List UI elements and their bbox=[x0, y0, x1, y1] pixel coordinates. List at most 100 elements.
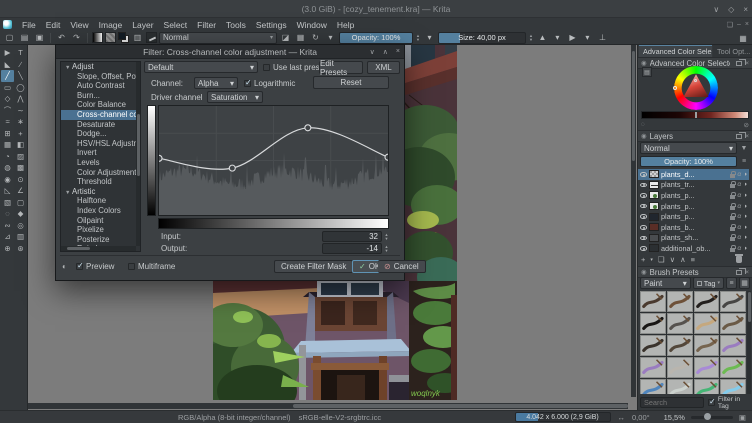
crop-tool[interactable]: ▦ bbox=[1, 139, 14, 151]
ellipse-tool[interactable]: ◯ bbox=[14, 82, 27, 94]
menu-window[interactable]: Window bbox=[292, 20, 332, 30]
filter-tree-item[interactable]: Threshold bbox=[61, 177, 140, 187]
layer-name[interactable]: plants_tr... bbox=[661, 180, 728, 189]
brush-preset-thumbnail[interactable] bbox=[640, 335, 666, 356]
dynamic-brush-tool[interactable]: ≈ bbox=[1, 116, 14, 128]
alpha-inherit-icon[interactable]: α bbox=[737, 234, 741, 241]
tree-expander-icon[interactable]: ▼ bbox=[65, 64, 72, 72]
new-document-button-icon[interactable]: ▢ bbox=[3, 32, 16, 44]
opacity-slider-spinner[interactable]: ▲ ▼ bbox=[415, 33, 421, 42]
filter-tree-item[interactable]: Slope, Offset, Power bbox=[61, 72, 140, 82]
layer-name[interactable]: plants_d... bbox=[661, 170, 728, 179]
brush-preset-thumbnail[interactable] bbox=[693, 357, 720, 378]
zoom-fit-icon[interactable]: ▣ bbox=[739, 413, 746, 422]
color-sampler-tool[interactable]: ◔ bbox=[1, 151, 14, 163]
transform-tool[interactable]: ⊞ bbox=[1, 128, 14, 140]
color-history-icon[interactable]: ◌ bbox=[641, 121, 645, 129]
alpha-inherit-icon[interactable]: α bbox=[737, 224, 741, 231]
brush-preset-thumbnail[interactable] bbox=[666, 313, 693, 334]
cancel-button[interactable]: ⊘ Cancel bbox=[378, 260, 426, 273]
dialog-title-bar[interactable]: Filter: Cross-channel color adjustment —… bbox=[56, 45, 404, 59]
size-slider[interactable]: Size: 40,00 px bbox=[437, 31, 526, 44]
rectangle-tool[interactable]: ▭ bbox=[1, 82, 14, 94]
edit-shapes-tool[interactable]: ◣ bbox=[1, 59, 14, 71]
curve-control-point[interactable] bbox=[228, 164, 236, 172]
bezier-select-tool[interactable]: ⊿ bbox=[1, 231, 14, 243]
reset-button[interactable]: Reset bbox=[313, 76, 389, 89]
layer-lock-icon[interactable] bbox=[730, 191, 736, 199]
more-arrow-icon[interactable]: ▾ bbox=[551, 32, 564, 44]
layer-row[interactable]: plants_p... α ◑ bbox=[638, 190, 749, 201]
filter-tree-item[interactable]: Index Colors bbox=[61, 206, 140, 216]
layer-visibility-icon[interactable] bbox=[640, 172, 647, 177]
brush-preset-thumbnail[interactable] bbox=[693, 291, 720, 312]
float-docker-icon[interactable] bbox=[736, 58, 747, 66]
layer-options-icon[interactable]: ≡ bbox=[738, 156, 750, 167]
layer-lock-icon[interactable] bbox=[730, 202, 736, 210]
no-color-icon[interactable]: ⊘ bbox=[744, 121, 749, 129]
layer-visibility-icon[interactable] bbox=[640, 193, 647, 198]
polygon-tool[interactable]: ◇ bbox=[1, 93, 14, 105]
filter-tree-item[interactable]: Dodge... bbox=[61, 129, 140, 139]
preview-checkbox[interactable]: Preview bbox=[76, 261, 114, 271]
menu-settings[interactable]: Settings bbox=[251, 20, 292, 30]
brush-preset-thumbnail[interactable] bbox=[640, 291, 666, 312]
canvas-horizontal-scrollbar[interactable] bbox=[28, 403, 628, 409]
filter-tree-item[interactable]: ▼ Adjust bbox=[61, 62, 140, 72]
brush-tag-select[interactable]: Paint ▾ bbox=[640, 277, 691, 289]
open-document-button-icon[interactable]: ▤ bbox=[18, 32, 31, 44]
rectangular-select-tool[interactable]: ▢ bbox=[14, 197, 27, 209]
multibrush-tool[interactable]: ∗ bbox=[14, 116, 27, 128]
layer-name[interactable]: plants_p... bbox=[661, 191, 728, 200]
minimize-window-icon[interactable]: ∨ bbox=[713, 5, 719, 14]
layer-visibility-icon[interactable] bbox=[640, 214, 647, 219]
pattern-chooser[interactable] bbox=[105, 32, 116, 43]
alpha-inherit-icon[interactable]: α bbox=[737, 192, 741, 199]
freehand-select-tool[interactable]: ∾ bbox=[1, 220, 14, 232]
multiframe-checkbox[interactable]: Multiframe bbox=[128, 262, 175, 271]
layer-name[interactable]: plants_b... bbox=[661, 223, 728, 232]
layer-lock-icon[interactable] bbox=[730, 234, 736, 242]
brush-preset-chooser[interactable] bbox=[146, 32, 157, 43]
filter-tree-item[interactable]: Color Balance bbox=[61, 100, 140, 110]
filter-tree-item[interactable]: Posterize bbox=[61, 235, 140, 245]
menu-file[interactable]: File bbox=[17, 20, 41, 30]
float-docker-icon[interactable] bbox=[736, 131, 747, 139]
move-layer-down-button[interactable]: ∨ bbox=[670, 255, 676, 264]
alpha-inherit-icon[interactable]: α bbox=[737, 171, 741, 178]
layer-properties-button[interactable]: ≡ bbox=[691, 255, 695, 264]
smart-patch-tool[interactable]: ▩ bbox=[14, 162, 27, 174]
alpha-lock-icon[interactable]: ◑ bbox=[743, 245, 747, 252]
filter-tree-item[interactable]: Pixelize bbox=[61, 225, 140, 235]
tree-vertical-scrollbar[interactable] bbox=[136, 62, 140, 246]
zoom-tool[interactable]: ⊕ bbox=[1, 243, 14, 255]
filter-tree-item[interactable]: Invert bbox=[61, 148, 140, 158]
menu-tools[interactable]: Tools bbox=[221, 20, 251, 30]
reference-images-tool[interactable]: ▧ bbox=[1, 197, 14, 209]
tab-advanced-color-selector[interactable]: Advanced Color Sele... bbox=[639, 45, 712, 57]
filter-tree-item[interactable]: Levels bbox=[61, 158, 140, 168]
filter-tree-item[interactable]: Halftone bbox=[61, 196, 140, 206]
brush-preset-thumbnail[interactable] bbox=[720, 335, 746, 356]
tag-button[interactable]: Tag ▾ bbox=[692, 277, 724, 289]
freehand-brush-tool[interactable]: ╱ bbox=[1, 70, 14, 82]
layer-name[interactable]: plants_sh... bbox=[661, 233, 728, 242]
menu-layer[interactable]: Layer bbox=[127, 20, 158, 30]
layer-row[interactable]: plants_tr... α ◑ bbox=[638, 180, 749, 191]
layer-row[interactable]: additional_ob... α ◑ bbox=[638, 243, 749, 253]
canvas-vertical-scrollbar[interactable] bbox=[631, 45, 636, 397]
layer-row[interactable]: plants_sh... α ◑ bbox=[638, 233, 749, 244]
zoom-slider-thumb[interactable] bbox=[703, 413, 711, 420]
layer-visibility-icon[interactable] bbox=[640, 203, 647, 209]
mdi-close-icon[interactable]: × bbox=[745, 21, 749, 28]
reload-preset-button-icon[interactable]: ↻ bbox=[309, 32, 322, 44]
menu-image[interactable]: Image bbox=[94, 20, 128, 30]
canvas-size-icon[interactable]: ↔ bbox=[618, 413, 626, 422]
line-tool[interactable]: ╲ bbox=[14, 70, 27, 82]
layer-blend-mode-select[interactable]: Normal ▾ bbox=[640, 142, 737, 154]
freehand-path-tool[interactable]: ∼ bbox=[14, 105, 27, 117]
tab-tool-options[interactable]: Tool Opt... bbox=[713, 45, 752, 57]
brush-preset-thumbnail[interactable] bbox=[666, 335, 693, 356]
menu-filter[interactable]: Filter bbox=[192, 20, 221, 30]
alpha-inherit-icon[interactable]: α bbox=[737, 213, 741, 220]
